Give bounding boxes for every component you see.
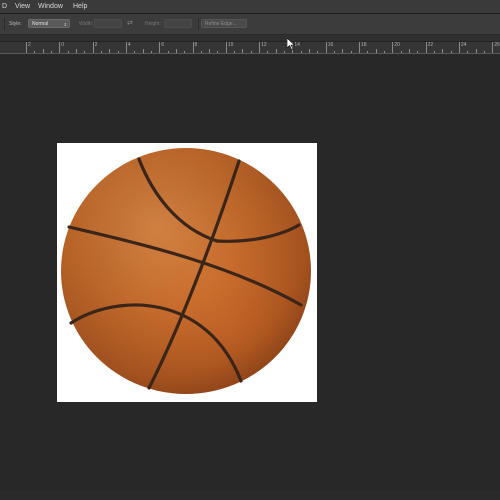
document-tab-bar: [0, 35, 500, 42]
height-label: Height:: [145, 21, 161, 27]
ruler-major-tick: [392, 42, 394, 53]
menu-item-partial[interactable]: D: [2, 0, 7, 13]
menu-item-view[interactable]: View: [15, 0, 30, 13]
ruler-label: 8: [194, 42, 198, 48]
ruler-major-tick: [125, 42, 127, 53]
style-select[interactable]: Normal ⇕: [28, 19, 70, 28]
ruler-label: 18: [361, 42, 367, 48]
ball-shading: [61, 148, 311, 394]
ruler-minor-tick: [375, 49, 377, 53]
ruler-minor-tick: [450, 51, 452, 53]
ruler-label: 10: [227, 42, 234, 48]
ruler-label: 6: [161, 42, 164, 48]
ruler-minor-tick: [433, 51, 435, 53]
ruler-minor-tick: [284, 51, 286, 53]
ruler-minor-tick: [209, 49, 211, 53]
swap-icon[interactable]: ⇄: [127, 14, 133, 34]
ruler-major-tick: [159, 42, 161, 53]
ruler-label: 22: [427, 42, 434, 48]
ruler-label: 2: [28, 42, 31, 48]
ruler-minor-tick: [217, 51, 219, 53]
ruler-minor-tick: [175, 49, 177, 53]
ruler-major-tick: [92, 42, 94, 53]
ruler-minor-tick: [117, 51, 119, 53]
ruler-label: 14: [294, 42, 300, 48]
ruler-label: 20: [394, 42, 400, 48]
ruler-minor-tick: [42, 49, 44, 53]
ruler-minor-tick: [275, 49, 277, 53]
ruler-major-tick: [192, 42, 194, 53]
ruler-minor-tick: [483, 51, 485, 53]
ruler-minor-tick: [309, 49, 311, 53]
ruler-minor-tick: [50, 51, 52, 53]
ruler-minor-tick: [167, 51, 169, 53]
ruler-minor-tick: [400, 51, 402, 53]
ruler-minor-tick: [134, 51, 136, 53]
ruler-minor-tick: [67, 51, 69, 53]
options-bar: Style: Normal ⇕ Width: ⇄ Height: Refine …: [0, 14, 500, 35]
ruler-minor-tick: [200, 51, 202, 53]
ruler-minor-tick: [300, 51, 302, 53]
style-select-value: Normal: [32, 21, 49, 27]
ruler-minor-tick: [334, 51, 336, 53]
ruler-major-tick: [225, 42, 227, 53]
ruler-minor-tick: [475, 49, 477, 53]
ruler-major-tick: [492, 42, 494, 53]
ruler-label: 24: [460, 42, 467, 48]
ruler-major-tick: [359, 42, 360, 53]
ruler-major-tick: [26, 42, 27, 53]
ruler-minor-tick: [100, 51, 102, 53]
ruler-minor-tick: [367, 51, 369, 53]
ruler-minor-tick: [342, 49, 344, 53]
height-input[interactable]: [164, 19, 192, 28]
options-separator: [4, 18, 5, 30]
ruler-label: 26: [494, 42, 500, 48]
style-label: Style:: [9, 21, 22, 27]
ruler-label: 0: [61, 42, 65, 48]
ruler-minor-tick: [75, 49, 77, 53]
ruler-minor-tick: [250, 51, 252, 53]
menu-bar: D View Window Help: [0, 0, 500, 14]
ruler-minor-tick: [184, 51, 186, 53]
ruler-minor-tick: [350, 51, 352, 53]
ruler-minor-tick: [317, 51, 319, 53]
menu-item-window[interactable]: Window: [38, 0, 63, 13]
ruler-label: 4: [127, 42, 131, 48]
options-separator: [198, 18, 199, 30]
document-canvas[interactable]: [57, 143, 317, 402]
updown-arrows-icon: ⇕: [63, 22, 67, 27]
ruler-minor-tick: [408, 49, 410, 53]
ruler-major-tick: [325, 42, 327, 53]
basketball-image: [61, 148, 311, 394]
ruler-minor-tick: [417, 51, 419, 53]
ruler-major-tick: [425, 42, 427, 53]
horizontal-ruler[interactable]: 2 0 2 4 6 8 10 12 14 16 18 20 22 24 26: [0, 42, 500, 54]
width-label: Width:: [79, 21, 94, 27]
ruler-major-tick: [59, 42, 61, 53]
ruler-minor-tick: [84, 51, 86, 53]
width-input[interactable]: [94, 19, 122, 28]
ruler-minor-tick: [109, 49, 111, 53]
mouse-pointer-icon: [287, 38, 295, 50]
ruler-minor-tick: [234, 51, 236, 53]
ruler-minor-tick: [383, 51, 385, 53]
menu-item-help[interactable]: Help: [73, 0, 87, 13]
status-strip: [0, 490, 500, 500]
refine-edge-button[interactable]: Refine Edge...: [201, 19, 247, 28]
ruler-label: 16: [327, 42, 334, 48]
ruler-minor-tick: [142, 49, 144, 53]
ruler-label: 12: [261, 42, 267, 48]
ruler-major-tick: [259, 42, 261, 53]
ruler-minor-tick: [467, 51, 469, 53]
ruler-minor-tick: [242, 49, 244, 53]
ruler-minor-tick: [267, 51, 269, 53]
ruler-major-tick: [458, 42, 460, 53]
ruler-label: 2: [94, 42, 98, 48]
ruler-minor-tick: [150, 51, 152, 53]
ruler-minor-tick: [442, 49, 444, 53]
ruler-minor-tick: [34, 51, 36, 53]
